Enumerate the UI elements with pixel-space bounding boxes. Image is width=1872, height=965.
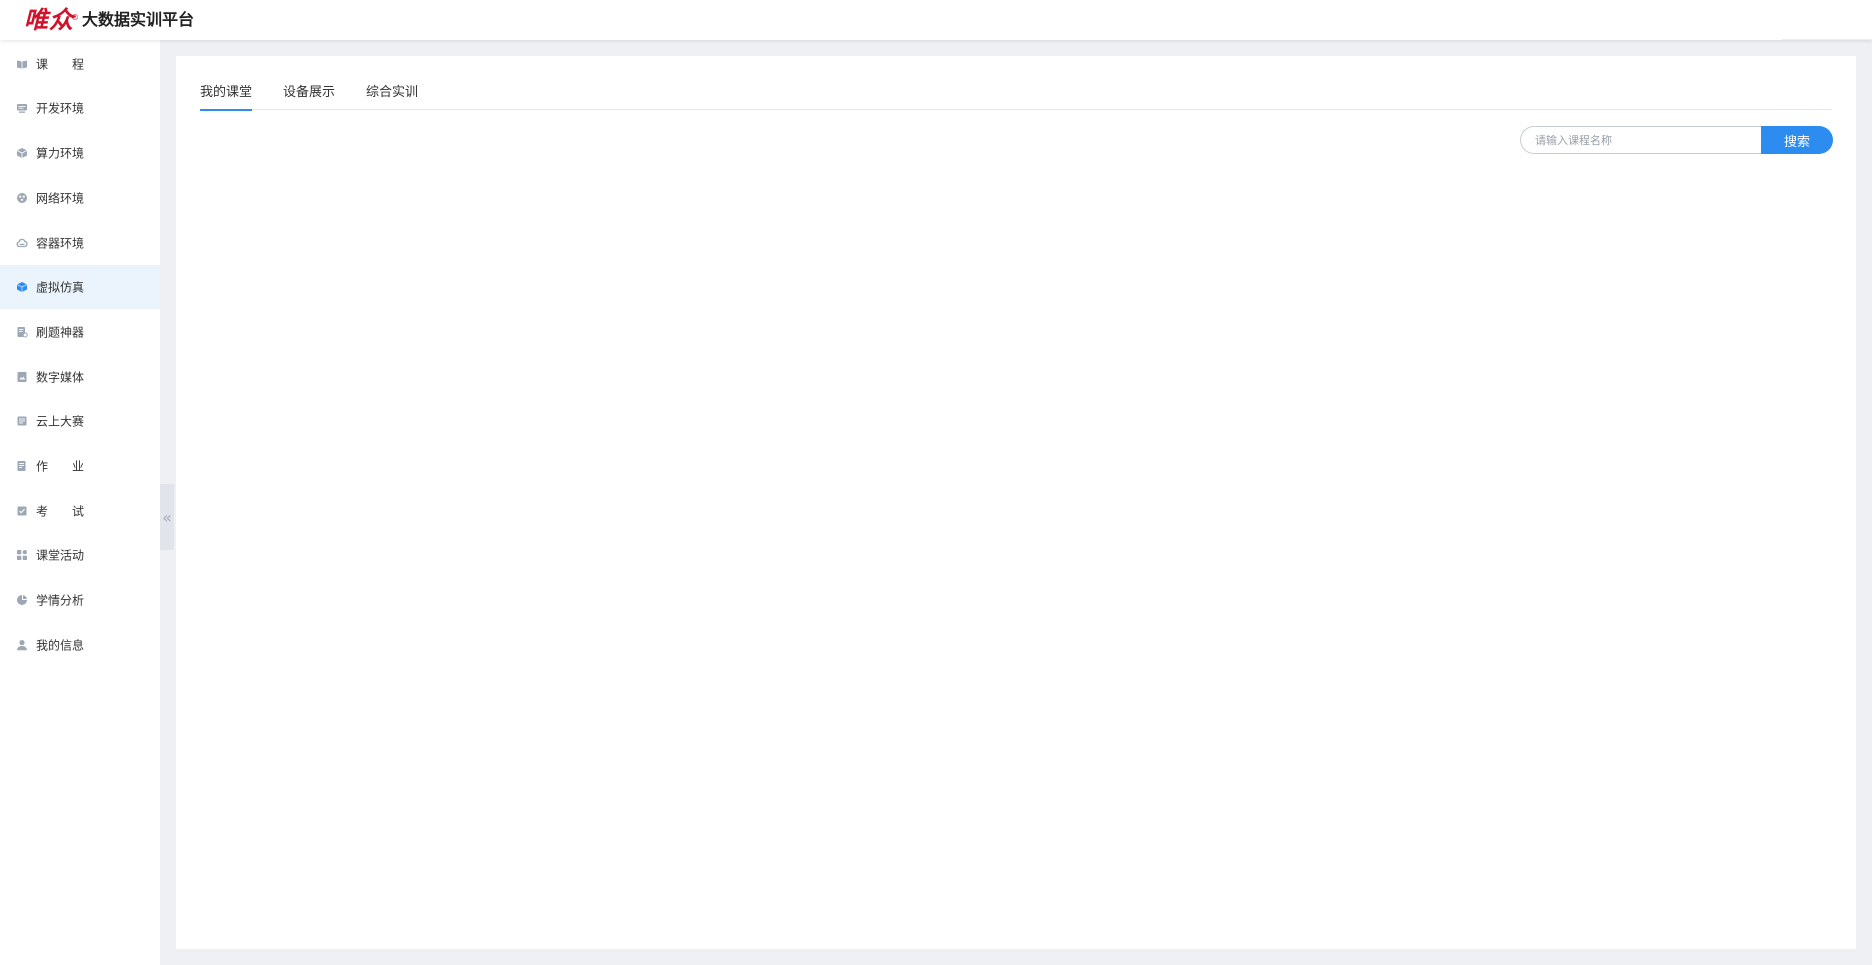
- sidebar-item-label: 学情分析: [36, 593, 85, 608]
- book-icon: [17, 60, 27, 69]
- sidebar-item-label: 云上大赛: [36, 414, 85, 429]
- exam-icon: [17, 506, 27, 516]
- tab-my-classroom[interactable]: 我的课堂: [200, 84, 252, 111]
- sidebar: 课 程 开发环境 算力环境 网络环境 容器环境 虚拟仿真 刷题神器 数字媒体 云…: [0, 40, 160, 965]
- sidebar-item-digital-media[interactable]: 数字媒体: [0, 355, 160, 399]
- quiz-icon: [17, 327, 28, 338]
- user-icon: [17, 640, 27, 651]
- sidebar-item-label: 开发环境: [36, 101, 85, 116]
- media-icon: [17, 372, 27, 382]
- double-chevron-left-icon: «: [162, 507, 172, 527]
- sidebar-item-cloud-contest[interactable]: 云上大赛: [0, 399, 160, 443]
- tab-comprehensive-training[interactable]: 综合实训: [366, 84, 418, 110]
- sidebar-item-learning-analysis[interactable]: 学情分析: [0, 578, 160, 622]
- brand-logo-text: 唯众: [24, 5, 74, 34]
- logo[interactable]: 唯众 ® 大数据实训平台: [24, 6, 194, 34]
- grid-icon: [17, 550, 27, 560]
- sidebar-item-label: 课 程: [36, 57, 85, 72]
- sidebar-item-compute-env[interactable]: 算力环境: [0, 131, 160, 175]
- search-button[interactable]: 搜索: [1761, 126, 1833, 154]
- course-search-input[interactable]: [1520, 126, 1761, 154]
- tab-bar: 我的课堂 设备展示 综合实训: [200, 84, 1832, 111]
- sidebar-item-dev-env[interactable]: 开发环境: [0, 86, 160, 130]
- course-search: 搜索: [1520, 126, 1833, 154]
- sidebar-item-course[interactable]: 课 程: [0, 42, 160, 86]
- sidebar-item-label: 算力环境: [36, 146, 85, 161]
- sidebar-item-homework[interactable]: 作 业: [0, 444, 160, 488]
- contest-icon: [17, 416, 27, 426]
- sidebar-item-container-env[interactable]: 容器环境: [0, 221, 160, 265]
- cloud-icon: [16, 238, 28, 248]
- sidebar-item-network-env[interactable]: 网络环境: [0, 176, 160, 220]
- sidebar-item-my-info[interactable]: 我的信息: [0, 623, 160, 667]
- sidebar-item-label: 数字媒体: [36, 370, 85, 385]
- tab-device-showcase[interactable]: 设备展示: [283, 84, 335, 110]
- sidebar-item-label: 虚拟仿真: [36, 280, 85, 295]
- topbar-divider: [1782, 36, 1872, 40]
- pie-chart-icon: [17, 595, 27, 605]
- brand-logo-mark: 唯众 ®: [24, 5, 79, 34]
- sidebar-item-label: 网络环境: [36, 191, 85, 206]
- cube-icon: [16, 148, 28, 158]
- sidebar-item-label: 刷题神器: [36, 325, 85, 340]
- box-3d-icon: [16, 282, 28, 292]
- sidebar-item-virtual-sim[interactable]: 虚拟仿真: [0, 265, 160, 309]
- monitor-icon: [17, 104, 27, 113]
- sidebar-item-label: 我的信息: [36, 638, 85, 653]
- sidebar-item-quiz-tool[interactable]: 刷题神器: [0, 310, 160, 354]
- registered-mark: ®: [71, 13, 80, 22]
- main-panel: 我的课堂 设备展示 综合实训 搜索: [176, 56, 1856, 949]
- homework-icon: [17, 461, 26, 471]
- sidebar-collapse-handle[interactable]: «: [160, 484, 174, 550]
- sidebar-item-label: 作 业: [36, 459, 85, 474]
- sidebar-item-label: 考 试: [36, 504, 85, 519]
- sidebar-item-label: 课堂活动: [36, 548, 85, 563]
- sidebar-item-label: 容器环境: [36, 236, 85, 251]
- sidebar-item-exam[interactable]: 考 试: [0, 489, 160, 533]
- app-title: 大数据实训平台: [82, 10, 195, 29]
- sidebar-item-class-activity[interactable]: 课堂活动: [0, 533, 160, 577]
- top-bar: 唯众 ® 大数据实训平台: [0, 0, 1872, 40]
- network-icon: [17, 193, 27, 203]
